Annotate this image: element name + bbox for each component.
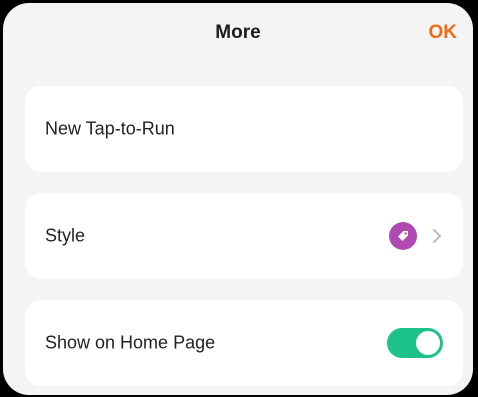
- style-value: [389, 222, 443, 250]
- tag-icon: [389, 222, 417, 250]
- style-label: Style: [45, 225, 86, 246]
- new-tap-to-run-item[interactable]: New Tap-to-Run: [25, 86, 463, 172]
- toggle-knob: [416, 331, 440, 355]
- header: More OK: [3, 3, 473, 61]
- show-on-home-page-label: Show on Home Page: [45, 332, 216, 353]
- new-tap-to-run-label: New Tap-to-Run: [45, 118, 175, 139]
- more-sheet: More OK New Tap-to-Run Style Show on Hom…: [3, 3, 473, 395]
- style-item[interactable]: Style: [25, 193, 463, 279]
- ok-button[interactable]: OK: [429, 22, 458, 44]
- show-on-home-page-item: Show on Home Page: [25, 300, 463, 386]
- chevron-right-icon: [431, 227, 443, 245]
- page-title: More: [215, 22, 261, 43]
- show-on-home-page-toggle[interactable]: [387, 328, 443, 358]
